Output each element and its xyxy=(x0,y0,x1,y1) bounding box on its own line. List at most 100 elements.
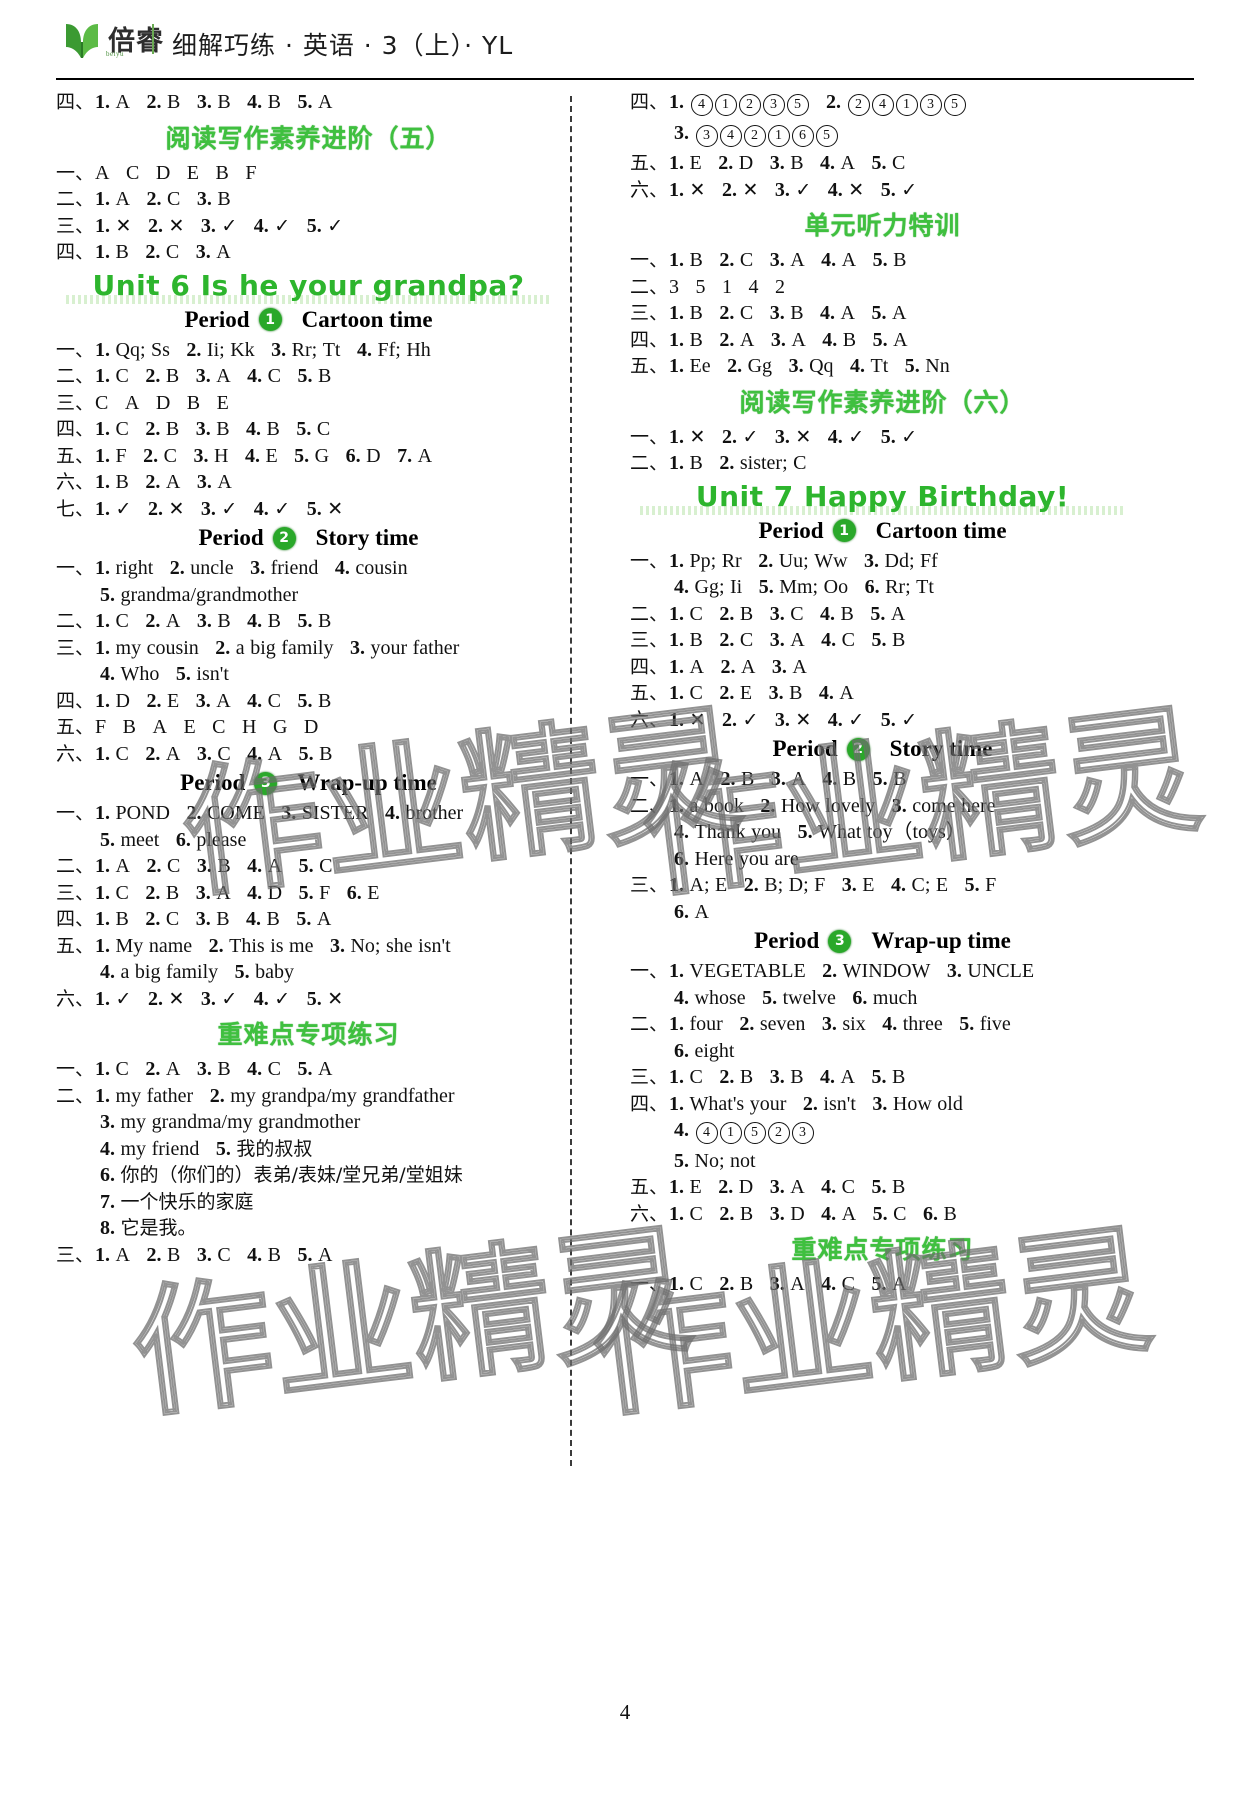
period-heading: Period 2 Story time xyxy=(630,736,1135,762)
header-rule xyxy=(56,78,1194,80)
period-title: Wrap-up time xyxy=(297,770,437,795)
answer-group-number: 五、 xyxy=(630,1176,669,1198)
answer-line: 二、 3 5 1 4 2 xyxy=(630,275,786,298)
leaf-book-icon xyxy=(62,20,102,62)
left-column: 四、 1. A 2. B 3. B 4. B 5. A 阅读写作素养进阶（五） 一、 A C D E B F 二、 1.… xyxy=(56,92,561,1271)
section-heading: 重难点专项练习 xyxy=(217,1020,400,1049)
answer-group-number: 二、 xyxy=(56,855,95,877)
answer-group-number: 一、 xyxy=(630,768,669,790)
answer-group-number: 一、 xyxy=(56,161,95,184)
answer-line: 五、 1. C 2. E 3. B 4. A xyxy=(630,682,854,704)
answer-group-number: 二、 xyxy=(56,1084,95,1107)
answer-line: 一、 1. POND 2. COME 3. SISTER 4. brother xyxy=(56,802,464,824)
answer-group-number: 三、 xyxy=(56,214,95,237)
period-heading: Period 2 Story time xyxy=(56,525,561,551)
answer-line: 6. Here you are xyxy=(674,847,799,870)
answer-line: 5. meet 6. please xyxy=(100,828,247,851)
answer-group-number: 三、 xyxy=(630,629,669,651)
answer-group-number: 二、 xyxy=(56,610,95,632)
answer-group-number: 一、 xyxy=(630,960,669,982)
answer-line: 四、 1. D 2. E 3. A 4. C 5. B xyxy=(56,689,332,712)
answer-group-number: 三、 xyxy=(56,1243,95,1266)
answer-key-page: 倍睿 beiyu 细解巧练 · 英语 · 3（上）· YL 四、 1. A 2. B 3.… xyxy=(0,0,1250,1794)
answer-line: 四、 1. A 2. A 3. A xyxy=(630,655,807,678)
answer-line: 五、 1. E 2. D 3. A 4. C 5. B xyxy=(630,1176,906,1198)
answer-group-number: 一、 xyxy=(56,802,95,824)
answer-group-number: 一、 xyxy=(56,557,95,579)
answer-line: 4. my friend 5. 我的叔叔 xyxy=(100,1137,313,1160)
answer-group-number: 二、 xyxy=(630,452,669,474)
answer-group-number: 五、 xyxy=(56,934,95,957)
answer-line: 七、 1. ✓ 2. ✕ 3. ✓ 4. ✓ 5. ✕ xyxy=(56,497,344,520)
period-heading: Period 3 Wrap-up time xyxy=(56,770,561,796)
answer-group-number: 二、 xyxy=(56,188,95,210)
section-heading: 阅读写作素养进阶（六） xyxy=(739,387,1026,417)
period-label: Period xyxy=(754,928,820,953)
answer-line: 三、 1. ✕ 2. ✕ 3. ✓ 4. ✓ 5. ✓ xyxy=(56,214,344,237)
answer-line: 三、 1. C 2. B 3. A 4. D 5. F 6. E xyxy=(56,881,380,904)
answer-group-number: 六、 xyxy=(56,742,95,765)
answer-line: 六、 1. ✕ 2. ✓ 3. ✕ 4. ✓ 5. ✓ xyxy=(630,708,918,731)
page-header: 倍睿 beiyu 细解巧练 · 英语 · 3（上）· YL xyxy=(0,14,1250,76)
answer-group-number: 五、 xyxy=(630,152,669,174)
answer-line: 六、 1. ✕ 2. ✕ 3. ✓ 4. ✕ 5. ✓ xyxy=(630,178,918,201)
answer-group-number: 二、 xyxy=(630,275,669,298)
section-heading: 重难点专项练习 xyxy=(791,1235,974,1264)
answer-group-number: 一、 xyxy=(56,1058,95,1080)
answer-group-number: 三、 xyxy=(56,636,95,659)
answer-group-number: 五、 xyxy=(630,682,669,704)
period-heading: Period 1 Cartoon time xyxy=(630,518,1135,544)
answer-line: 三、 C A D B E xyxy=(56,391,229,414)
answer-line: 一、 1. Pp; Rr 2. Uu; Ww 3. Dd; Ff xyxy=(630,549,938,572)
answer-group-number: 三、 xyxy=(56,881,95,904)
answer-group-number: 七、 xyxy=(56,497,95,520)
answer-line: 二、 1. my father 2. my grandpa/my grandfather xyxy=(56,1084,455,1107)
period-number-badge: 2 xyxy=(272,526,296,550)
answer-group-number: 六、 xyxy=(630,1202,669,1225)
period-title: Cartoon time xyxy=(875,517,1007,543)
answer-line: 4. Gg; Ii 5. Mm; Oo 6. Rr; Tt xyxy=(674,576,934,598)
answer-line: 三、 1. A; E 2. B; D; F 3. E 4. C; E 5. F xyxy=(630,874,997,896)
answer-line: 二、 1. four 2. seven 3. six 4. three 5. five xyxy=(630,1013,1011,1035)
answer-line: 6. 你的（你们的）表弟/表妹/堂兄弟/堂姐妹 xyxy=(100,1164,463,1186)
answer-group-number: 四、 xyxy=(56,91,95,113)
answer-line: 六、 1. ✓ 2. ✕ 3. ✓ 4. ✓ 5. ✕ xyxy=(56,987,344,1010)
answer-line: 三、 1. C 2. B 3. B 4. A 5. B xyxy=(630,1066,906,1088)
answer-line: 四、 1. B 2. C 3. A xyxy=(56,241,231,263)
answer-line: 二、 1. A 2. C 3. B xyxy=(56,188,231,210)
brand-subtext: beiyu xyxy=(106,50,125,58)
answer-line: 一、 1. right 2. uncle 3. friend 4. cousin xyxy=(56,557,408,579)
answer-group-number: 三、 xyxy=(630,1066,669,1088)
answer-group-number: 六、 xyxy=(630,178,669,201)
period-label: Period xyxy=(772,736,838,761)
answer-line: 五、 1. E 2. D 3. B 4. A 5. C xyxy=(630,152,906,174)
answer-line: 四、 1. C 2. B 3. B 4. B 5. C xyxy=(56,418,331,440)
answer-group-number: 六、 xyxy=(56,987,95,1010)
answer-line: 三、 1. B 2. C 3. A 4. C 5. B xyxy=(630,629,906,651)
answer-line: 5. grandma/grandmother xyxy=(100,583,299,606)
answer-line: 四、 1. B 2. C 3. B 4. B 5. A xyxy=(56,908,332,930)
answer-line: 3. my grandma/my grandmother xyxy=(100,1111,361,1133)
answer-group-number: 四、 xyxy=(56,689,95,712)
answer-line: 4. Who 5. isn't xyxy=(100,663,229,685)
period-heading: Period 3 Wrap-up time xyxy=(630,928,1135,954)
answer-line: 二、 1. B 2. sister; C xyxy=(630,452,807,474)
answer-group-number: 六、 xyxy=(630,708,669,731)
answer-line: 6. eight xyxy=(674,1039,735,1062)
answer-group-number: 一、 xyxy=(56,338,95,361)
answer-line: 二、 1. A 2. C 3. B 4. A 5. C xyxy=(56,855,333,877)
answer-line: 四、 1. 4 1 2 3 5 2. 2 4 1 3 5 xyxy=(630,92,1135,116)
answer-line: 四、 1. B 2. A 3. A 4. B 5. A xyxy=(630,328,908,351)
answer-group-number: 二、 xyxy=(630,794,669,817)
answer-line: 一、 1. A 2. B 3. A 4. B 5. B xyxy=(630,768,907,790)
answer-group-number: 一、 xyxy=(630,549,669,572)
answer-line: 8. 它是我。 xyxy=(100,1217,197,1239)
period-label: Period xyxy=(758,517,824,543)
answer-line: 六、 1. C 2. B 3. D 4. A 5. C 6. B xyxy=(630,1202,957,1225)
section-heading: 单元听力特训 xyxy=(804,211,961,240)
period-title: Story time xyxy=(315,525,419,550)
answer-line: 一、 1. B 2. C 3. A 4. A 5. B xyxy=(630,249,907,271)
answer-line: 4. a big family 5. baby xyxy=(100,961,295,983)
answer-group-number: 五、 xyxy=(630,355,669,377)
answer-group-number: 三、 xyxy=(56,391,95,414)
